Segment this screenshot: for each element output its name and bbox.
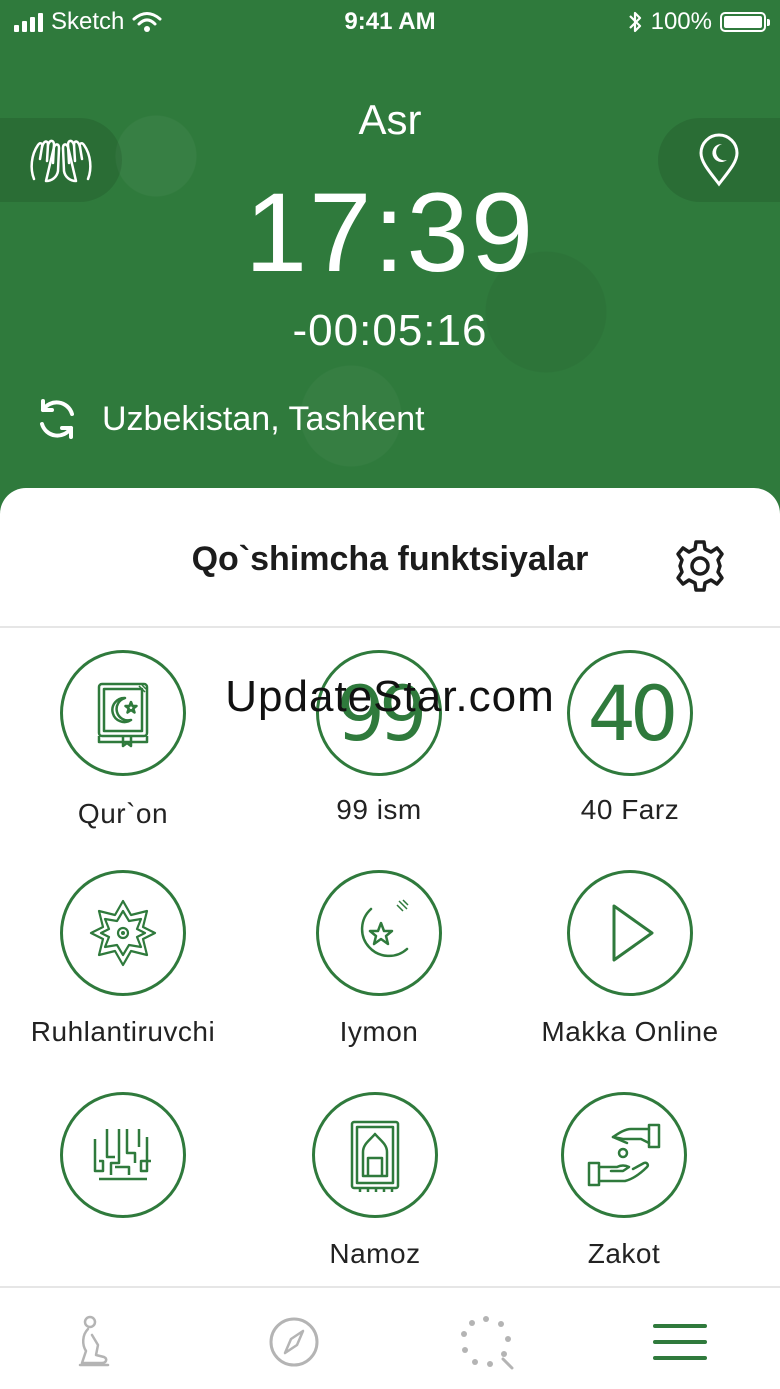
prayer-person-icon	[78, 1315, 110, 1367]
forty-icon: 40	[587, 668, 679, 758]
prayer-time: 17:39	[244, 170, 536, 295]
tab-qibla[interactable]	[264, 1312, 324, 1372]
status-bar: Sketch 9:41 AM 100%	[0, 0, 780, 44]
giving-hands-icon	[587, 1123, 661, 1187]
quran-book-icon	[97, 682, 149, 748]
compass-icon	[269, 1317, 319, 1367]
battery-percent: 100%	[650, 8, 712, 35]
refresh-icon[interactable]	[34, 396, 80, 442]
prayer-header: Sketch 9:41 AM 100% Asr 17:39 -00:05:16 …	[0, 0, 780, 520]
location-row[interactable]: Uzbekistan, Tashkent	[34, 396, 425, 442]
tile-label: Ruhlantiruvchi	[30, 1016, 216, 1047]
tab-prayer[interactable]	[64, 1312, 124, 1372]
calligraphy-icon	[93, 1129, 151, 1181]
crescent-star-icon	[360, 899, 409, 958]
tile-iymon[interactable]: Iymon	[259, 870, 499, 1048]
tile-calligraphy[interactable]	[3, 1092, 243, 1240]
tile-label: Qur`on	[77, 798, 169, 829]
prayer-rug-icon	[350, 1120, 400, 1192]
location-label: Uzbekistan, Tashkent	[102, 399, 425, 438]
tile-label: Makka Online	[541, 1016, 719, 1047]
menu-icon	[653, 1324, 707, 1360]
tile-label: 40 Farz	[580, 794, 680, 825]
panel-header: Qo`shimcha funktsiyalar	[0, 488, 780, 628]
tile-40-farz[interactable]: 40 40 Farz	[510, 650, 750, 826]
ninety-nine-icon: 99	[336, 668, 428, 758]
prayer-name: Asr	[358, 96, 422, 143]
play-icon	[612, 904, 654, 962]
tile-zakot[interactable]: Zakot	[504, 1092, 744, 1270]
tile-makka-online[interactable]: Makka Online	[510, 870, 750, 1048]
tile-namoz[interactable]: Namoz	[255, 1092, 495, 1270]
tile-label: Namoz	[329, 1238, 421, 1269]
bluetooth-icon	[628, 11, 641, 33]
tab-bar	[0, 1286, 780, 1389]
battery-icon	[720, 12, 770, 32]
loading-dots-icon	[461, 1316, 514, 1370]
tab-tasbih[interactable]	[456, 1312, 516, 1372]
gear-icon[interactable]	[672, 538, 728, 594]
tile-label: Iymon	[339, 1016, 419, 1047]
tile-99-ism[interactable]: 99 99 ism	[259, 650, 499, 826]
tab-menu[interactable]	[650, 1312, 710, 1372]
tile-label: 99 ism	[336, 794, 422, 825]
tile-ruhlantiruvchi[interactable]: Ruhlantiruvchi	[3, 870, 243, 1048]
panel-title: Qo`shimcha funktsiyalar	[191, 540, 589, 578]
tile-label: Zakot	[587, 1238, 661, 1269]
ornament-icon	[89, 899, 157, 967]
tile-quran[interactable]: Qur`on	[3, 650, 243, 830]
countdown-timer: -00:05:16	[292, 306, 488, 355]
